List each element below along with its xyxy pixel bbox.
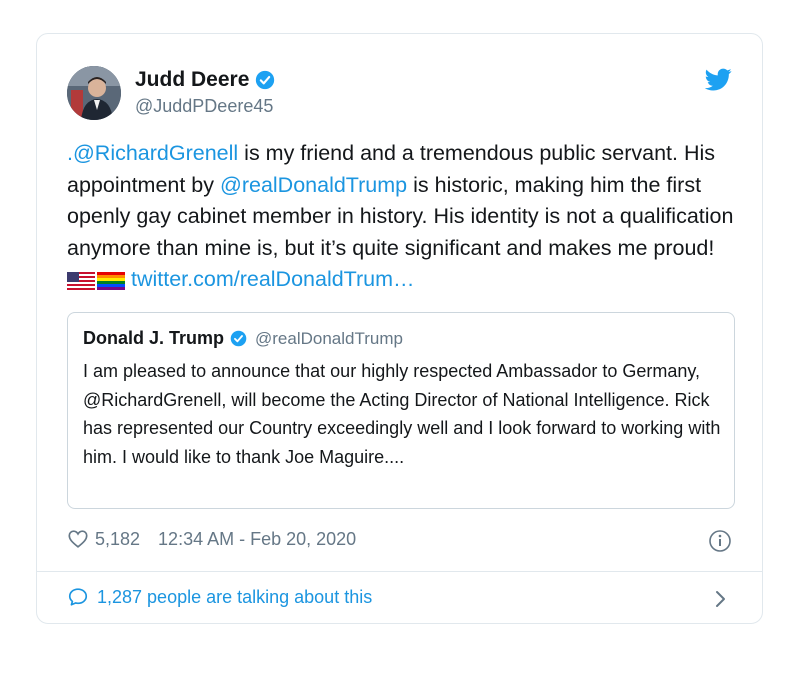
timestamp[interactable]: 12:34 AM - Feb 20, 2020	[158, 529, 356, 550]
tweet-text: .@RichardGrenell is my friend and a trem…	[67, 138, 747, 300]
quoted-tweet[interactable]: Donald J. Trump @realDonaldTrump I am pl…	[67, 312, 735, 509]
quoted-author-handle: @realDonaldTrump	[255, 328, 403, 348]
mention-link[interactable]: .@RichardGrenell	[67, 141, 238, 165]
mention-link[interactable]: @realDonaldTrump	[220, 173, 407, 197]
author-handle[interactable]: @JuddPDeere45	[135, 96, 273, 117]
flag-emojis	[67, 268, 125, 300]
tweet-meta: 5,182 12:34 AM - Feb 20, 2020	[67, 528, 356, 550]
heart-icon[interactable]	[67, 528, 89, 550]
quoted-text: I am pleased to announce that our highly…	[83, 361, 721, 467]
twitter-bird-icon[interactable]	[705, 66, 732, 93]
us-flag-icon	[67, 272, 95, 290]
reply-bubble-icon	[68, 588, 88, 606]
author-name[interactable]: Judd Deere	[135, 68, 249, 92]
talking-about-label: 1,287 people are talking about this	[97, 586, 373, 607]
conversation-link[interactable]: 1,287 people are talking about this	[67, 586, 372, 608]
author-name-row: Judd Deere	[135, 68, 275, 92]
quoted-header: Donald J. Trump @realDonaldTrump	[83, 328, 403, 349]
chevron-right-icon[interactable]	[714, 588, 728, 610]
tweet-embed-card: Judd Deere @JuddPDeere45 .@RichardGrenel…	[36, 33, 763, 624]
verified-badge-icon	[256, 70, 275, 90]
author-avatar[interactable]	[67, 66, 121, 120]
verified-badge-icon	[230, 330, 247, 347]
info-icon[interactable]	[708, 529, 732, 553]
quoted-author-name: Donald J. Trump	[83, 328, 225, 348]
url-link[interactable]: twitter.com/realDonaldTrum…	[131, 267, 415, 291]
divider	[37, 571, 762, 572]
rainbow-flag-icon	[97, 272, 125, 290]
like-count[interactable]: 5,182	[95, 529, 140, 550]
